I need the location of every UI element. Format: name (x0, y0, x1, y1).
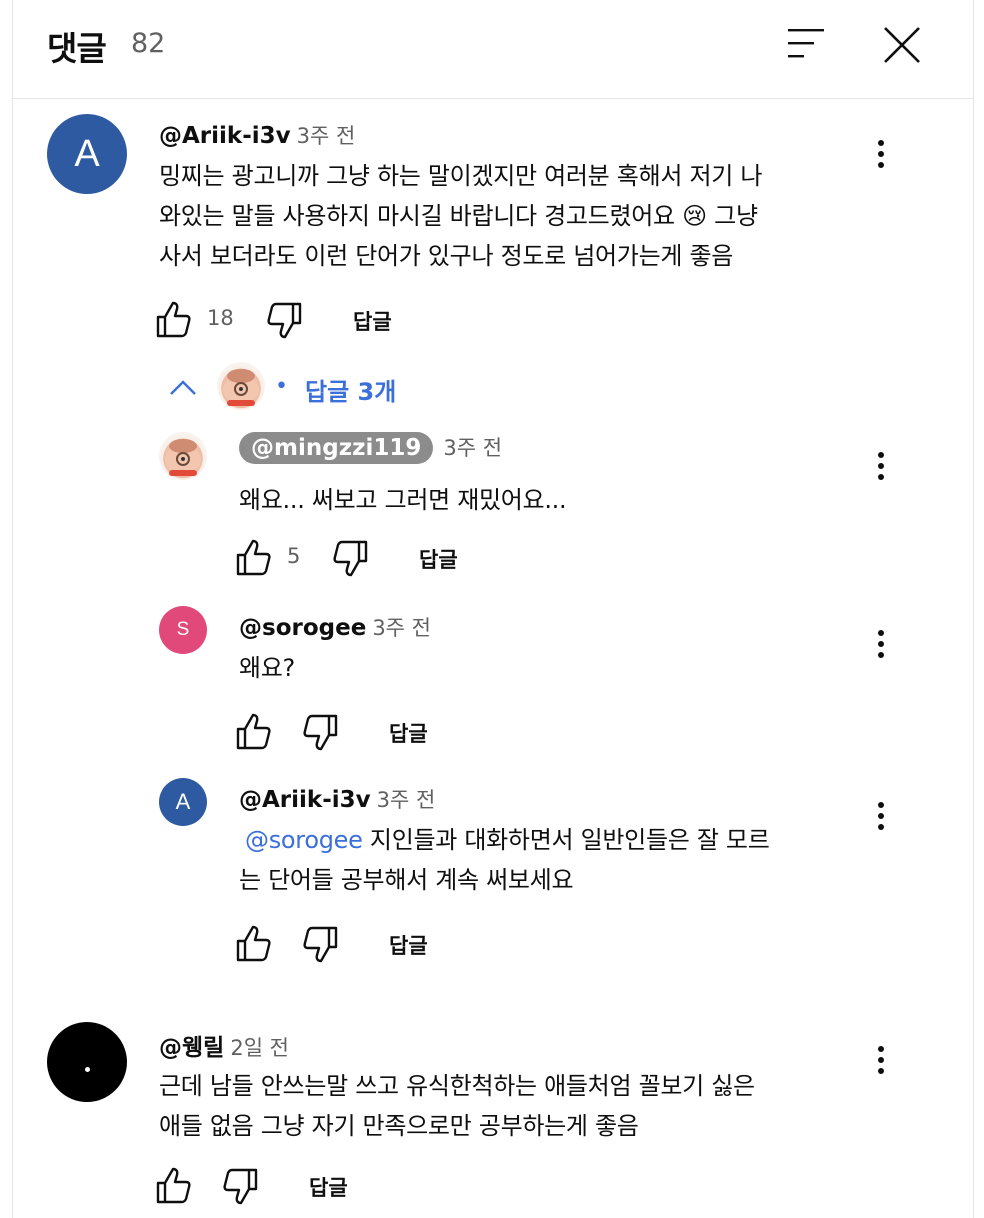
comment-actions: 답글 (155, 1166, 455, 1206)
mention-link[interactable]: @sorogee (245, 826, 363, 854)
chevron-up-icon (170, 380, 196, 395)
reply-button[interactable]: 답글 (309, 1172, 348, 1202)
like-icon[interactable] (235, 712, 275, 752)
comment-text-line: 밍찌는 광고니까 그냥 하는 말이겠지만 여러분 혹해서 저기 나 (159, 162, 763, 190)
creator-badge-author[interactable]: @mingzzi119 (239, 432, 434, 464)
comment-text: 왜요? (239, 654, 295, 682)
reply-avatar (217, 362, 265, 410)
avatar[interactable]: S (159, 606, 207, 654)
dislike-icon[interactable] (299, 712, 339, 752)
avatar[interactable]: A (47, 114, 127, 194)
comment-author[interactable]: @Ariik-i3v (159, 123, 291, 149)
comment-time[interactable]: 3주 전 (372, 616, 431, 640)
character-avatar-icon (223, 369, 259, 406)
comment-meta: @sorogee 3주 전 (239, 612, 431, 642)
avatar-dot (84, 1066, 90, 1072)
comment-actions: 5 답글 (235, 538, 535, 578)
panel-title: 댓글 (47, 29, 107, 68)
reply-button[interactable]: 답글 (419, 544, 458, 574)
dislike-icon[interactable] (219, 1166, 259, 1206)
comment-text-line: 는 단어들 공부해서 계속 써보세요 (239, 866, 574, 894)
like-count: 5 (287, 544, 301, 568)
reply-comment: S @sorogee 3주 전 왜요? 답글 (13, 600, 973, 770)
reply-comment: @mingzzi119 3주 전 왜요... 써보고 그러면 재밌어요... 5 … (13, 424, 973, 594)
comment-meta: @웽릴 2일 전 (159, 1028, 289, 1062)
comment-text-line: 와있는 말들 사용하지 마시길 바랍니다 경고드렸어요 😢 그냥 (159, 202, 758, 230)
comments-panel: 댓글 82 A @Ariik-i3v 3주 전 밍찌는 광고니까 그냥 하는 말이… (12, 0, 974, 1218)
more-options-button[interactable] (873, 630, 889, 666)
avatar[interactable]: A (159, 778, 207, 826)
comment-text-line: 애들 없음 그냥 자기 만족으로만 공부하는게 좋음 (159, 1112, 639, 1140)
comment-thread: @웽릴 2일 전 근데 남들 안쓰는말 쓰고 유식한척하는 애들처엄 꼴보기 싫은… (13, 1010, 973, 1218)
like-icon[interactable] (155, 300, 195, 340)
replies-count-label[interactable]: 답글 3개 (305, 372, 396, 407)
comment-meta: @Ariik-i3v 3주 전 (159, 120, 355, 150)
avatar[interactable] (159, 432, 207, 480)
more-options-button[interactable] (873, 802, 889, 838)
comment-author[interactable]: @웽릴 (159, 1035, 224, 1061)
reply-button[interactable]: 답글 (389, 930, 428, 960)
like-icon[interactable] (235, 924, 275, 964)
reply-button[interactable]: 답글 (389, 718, 428, 748)
comment-text-line: 사서 보더라도 이런 단어가 있구나 정도로 넘어가는게 좋음 (159, 242, 734, 270)
like-icon[interactable] (155, 1166, 195, 1206)
sort-button[interactable] (785, 24, 827, 66)
reply-button[interactable]: 답글 (353, 306, 392, 336)
like-icon[interactable] (235, 538, 275, 578)
comments-header: 댓글 82 (13, 0, 973, 99)
avatar-letter: A (74, 132, 100, 175)
avatar-letter: A (175, 789, 191, 814)
comment-text: 밍찌는 광고니까 그냥 하는 말이겠지만 여러분 혹해서 저기 나 와있는 말들… (159, 156, 859, 276)
like-count: 18 (207, 306, 234, 330)
more-options-button[interactable] (873, 452, 889, 488)
reply-comment: A @Ariik-i3v 3주 전 @sorogee 지인들과 대화하면서 일반인… (13, 772, 973, 992)
comment-time[interactable]: 3주 전 (377, 788, 436, 812)
comment-meta: @mingzzi119 3주 전 (239, 432, 502, 464)
comment-text: 왜요... 써보고 그러면 재밌어요... (239, 486, 567, 514)
dislike-icon[interactable] (299, 924, 339, 964)
comment-count: 82 (131, 28, 166, 59)
comment-time[interactable]: 2일 전 (230, 1036, 289, 1060)
sort-icon (788, 29, 824, 58)
comment-actions: 답글 (235, 712, 535, 752)
comment-text: 근데 남들 안쓰는말 쓰고 유식한척하는 애들처엄 꼴보기 싫은 애들 없음 그… (159, 1066, 859, 1146)
comment-meta: @Ariik-i3v 3주 전 (239, 784, 435, 814)
close-button[interactable] (881, 24, 923, 66)
close-icon (884, 27, 920, 63)
comment-author[interactable]: @Ariik-i3v (239, 787, 371, 813)
comment-actions: 18 답글 (155, 300, 455, 340)
comment-text: @sorogee 지인들과 대화하면서 일반인들은 잘 모르 는 단어들 공부해… (239, 820, 859, 900)
comment-text-line: @sorogee 지인들과 대화하면서 일반인들은 잘 모르 (239, 820, 859, 860)
more-options-button[interactable] (873, 140, 889, 176)
comment-text-line: 근데 남들 안쓰는말 쓰고 유식한척하는 애들처엄 꼴보기 싫은 (159, 1072, 755, 1100)
comment-actions: 답글 (235, 924, 535, 964)
comment-text-fragment: 지인들과 대화하면서 일반인들은 잘 모르 (369, 826, 770, 854)
comment-thread: A @Ariik-i3v 3주 전 밍찌는 광고니까 그냥 하는 말이겠지만 여러… (13, 100, 973, 360)
dislike-icon[interactable] (263, 300, 303, 340)
bullet-dot: • (275, 374, 288, 399)
more-options-button[interactable] (873, 1046, 889, 1082)
avatar[interactable] (47, 1022, 127, 1102)
avatar-letter: S (176, 619, 190, 640)
character-avatar-icon (165, 439, 201, 476)
comment-time[interactable]: 3주 전 (297, 124, 356, 148)
comment-author[interactable]: @sorogee (239, 615, 366, 641)
comment-time[interactable]: 3주 전 (443, 436, 502, 460)
dislike-icon[interactable] (329, 538, 369, 578)
